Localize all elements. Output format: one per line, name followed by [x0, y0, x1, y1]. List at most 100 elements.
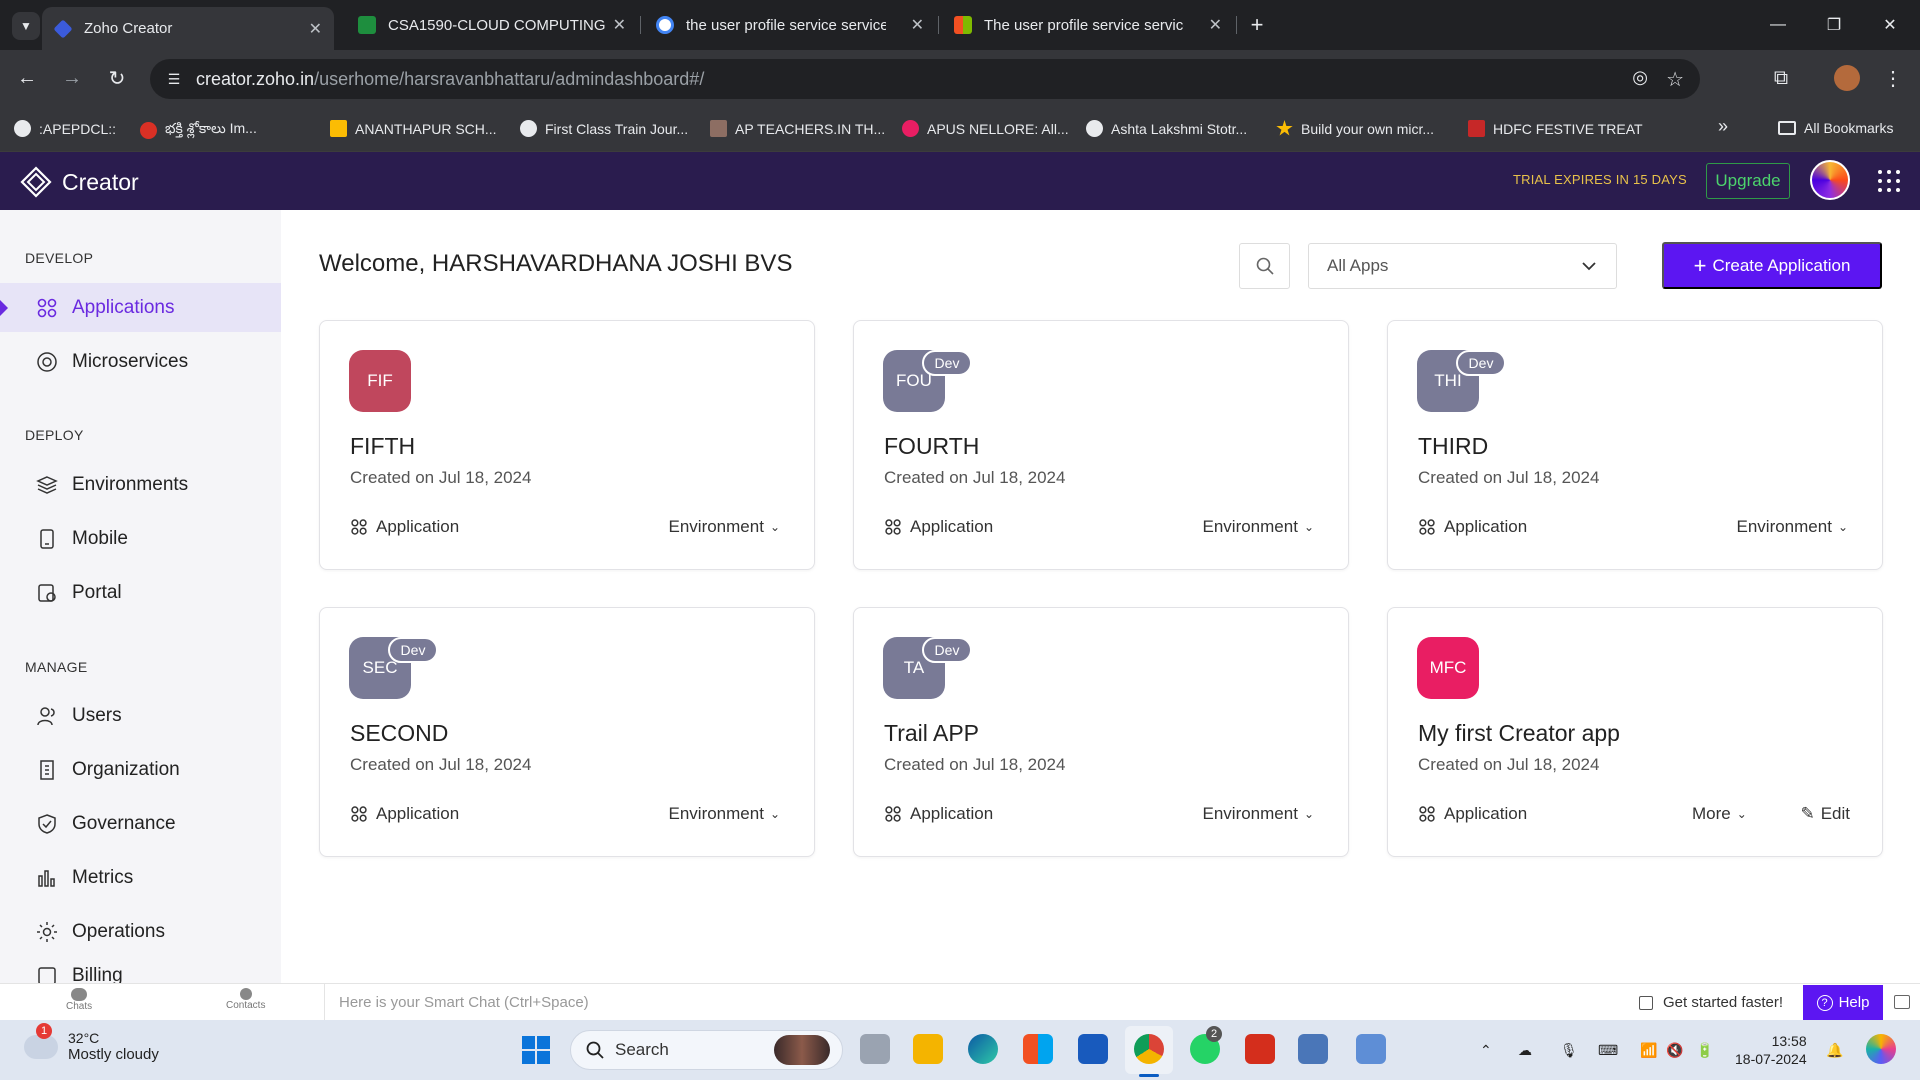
application-link[interactable]: Application — [350, 517, 459, 537]
environment-dropdown[interactable]: Environment ⌄ — [1737, 517, 1849, 537]
app-card-fifth[interactable]: FIF FIFTH Created on Jul 18, 2024 Applic… — [319, 320, 815, 570]
bookmark-ananthapur[interactable]: ANANTHAPUR SCH... — [330, 120, 497, 137]
bookmark-ashta[interactable]: Ashta Lakshmi Stotr... — [1086, 120, 1247, 137]
smart-chat-input[interactable]: Here is your Smart Chat (Ctrl+Space) — [324, 984, 1634, 1021]
bookmark-train[interactable]: First Class Train Jour... — [520, 120, 688, 137]
contacts-button[interactable]: Contacts — [226, 988, 265, 1011]
whatsapp-icon[interactable]: 2 — [1190, 1026, 1222, 1064]
bookmark-apepdcl[interactable]: :APEPDCL:: — [14, 120, 116, 137]
chats-button[interactable]: Chats — [66, 988, 92, 1012]
back-icon[interactable]: ← — [14, 65, 40, 91]
close-tab-icon[interactable]: ✕ — [309, 19, 322, 39]
site-info-icon[interactable]: ☰ — [164, 69, 184, 89]
environment-dropdown[interactable]: Environment ⌄ — [669, 517, 781, 537]
keyboard-icon[interactable]: ⌨ — [1598, 1020, 1618, 1080]
close-window-icon[interactable]: ✕ — [1862, 0, 1918, 50]
file-explorer-icon[interactable] — [913, 1034, 943, 1064]
app-filter-dropdown[interactable]: All Apps — [1308, 243, 1617, 289]
environment-dropdown[interactable]: Environment ⌄ — [669, 804, 781, 824]
taskbar-search[interactable]: Search — [570, 1030, 843, 1070]
upgrade-button[interactable]: Upgrade — [1706, 163, 1790, 199]
window-icon[interactable] — [1894, 995, 1910, 1009]
search-button[interactable] — [1239, 243, 1290, 289]
app-card-trail-app[interactable]: TA Dev Trail APP Created on Jul 18, 2024… — [853, 607, 1349, 857]
sidebar-item-applications[interactable]: Applications — [0, 283, 281, 332]
app-name[interactable]: SECOND — [350, 720, 448, 747]
sidebar-item-mobile[interactable]: Mobile — [0, 514, 281, 563]
reload-icon[interactable]: ↻ — [104, 65, 130, 91]
app-name[interactable]: Trail APP — [884, 720, 979, 747]
profile-avatar[interactable] — [1834, 65, 1860, 91]
clock[interactable]: 13:58 18-07-2024 — [1735, 1032, 1807, 1068]
battery-icon[interactable]: 🔋 — [1696, 1020, 1713, 1080]
application-link[interactable]: Application — [350, 804, 459, 824]
sidebar-item-portal[interactable]: Portal — [0, 568, 281, 617]
help-button[interactable]: ? Help — [1803, 985, 1883, 1020]
onedrive-icon[interactable]: ☁ — [1518, 1020, 1532, 1080]
more-dropdown[interactable]: More ⌄ — [1692, 804, 1747, 824]
bookmark-build-micro[interactable]: Build your own micr... — [1276, 120, 1434, 137]
application-link[interactable]: Application — [1418, 804, 1527, 824]
application-link[interactable]: Application — [1418, 517, 1527, 537]
sidebar-item-users[interactable]: Users — [0, 691, 281, 740]
forward-icon[interactable]: → — [59, 65, 85, 91]
wifi-icon[interactable]: 📶 — [1640, 1020, 1657, 1080]
store-icon[interactable] — [1023, 1034, 1053, 1064]
edge-icon[interactable] — [968, 1034, 998, 1064]
show-hidden-icons[interactable]: ⌃ — [1480, 1020, 1492, 1080]
edit-button[interactable]: ✎ Edit — [1800, 804, 1850, 824]
microphone-icon[interactable]: 🎙 — [1560, 1020, 1578, 1080]
snipping-tool-icon[interactable] — [1356, 1034, 1386, 1064]
app-card-fourth[interactable]: FOU Dev FOURTH Created on Jul 18, 2024 A… — [853, 320, 1349, 570]
environment-dropdown[interactable]: Environment ⌄ — [1203, 517, 1315, 537]
tab-user-profile-1[interactable]: the user profile service service f ✕ — [644, 8, 936, 42]
close-tab-icon[interactable]: ✕ — [613, 15, 626, 35]
sidebar-item-governance[interactable]: Governance — [0, 799, 281, 848]
user-avatar[interactable] — [1810, 160, 1850, 200]
chrome-icon[interactable] — [1134, 1034, 1164, 1064]
tab-user-profile-2[interactable]: The user profile service service f ✕ — [942, 8, 1234, 42]
app-name[interactable]: FIFTH — [350, 433, 415, 460]
bookmark-apus[interactable]: APUS NELLORE: All... — [902, 120, 1069, 137]
minimize-window-icon[interactable]: — — [1750, 0, 1806, 50]
app-launcher-icon[interactable] — [1878, 170, 1900, 192]
copilot-icon[interactable] — [1866, 1034, 1896, 1064]
bookmark-ap-teachers[interactable]: AP TEACHERS.IN TH... — [710, 120, 885, 137]
app-name[interactable]: FOURTH — [884, 433, 979, 460]
tab-cloud-computing[interactable]: CSA1590-CLOUD COMPUTING ✕ — [346, 8, 638, 42]
close-tab-icon[interactable]: ✕ — [911, 15, 924, 35]
app-card-second[interactable]: SEC Dev SECOND Created on Jul 18, 2024 A… — [319, 607, 815, 857]
bookmark-bhakti[interactable]: భక్తి శ్లోకాలు Im... — [140, 120, 257, 140]
sidebar-item-microservices[interactable]: Microservices — [0, 337, 281, 386]
sidebar-item-organization[interactable]: Organization — [0, 745, 281, 794]
sidebar-item-environments[interactable]: Environments — [0, 460, 281, 509]
environment-dropdown[interactable]: Environment ⌄ — [1203, 804, 1315, 824]
more-bookmarks-icon[interactable]: » — [1718, 116, 1728, 137]
star-icon[interactable]: ☆ — [1666, 67, 1684, 92]
new-tab-button[interactable]: + — [1244, 12, 1270, 38]
url-bar[interactable]: ☰ creator.zoho.in/userhome/harsravanbhat… — [150, 59, 1700, 99]
tab-zoho-creator[interactable]: Zoho Creator ✕ — [42, 7, 334, 50]
application-link[interactable]: Application — [884, 804, 993, 824]
sidebar-item-metrics[interactable]: Metrics — [0, 853, 281, 902]
app-card-my-first-creator-app[interactable]: MFC My first Creator app Created on Jul … — [1387, 607, 1883, 857]
app-name[interactable]: My first Creator app — [1418, 720, 1620, 747]
windows-start-icon[interactable] — [522, 1036, 550, 1064]
all-bookmarks[interactable]: All Bookmarks — [1778, 120, 1893, 136]
create-application-button[interactable]: + Create Application — [1662, 242, 1882, 289]
task-view-icon[interactable] — [860, 1034, 890, 1064]
sidebar-item-operations[interactable]: Operations — [0, 907, 281, 956]
get-started-link[interactable]: Get started faster! — [1639, 984, 1783, 1021]
volume-mute-icon[interactable]: 🔇 — [1666, 1020, 1683, 1080]
word-icon[interactable] — [1078, 1034, 1108, 1064]
browser-menu-icon[interactable]: ⋮ — [1880, 65, 1906, 91]
application-link[interactable]: Application — [884, 517, 993, 537]
app-name[interactable]: THIRD — [1418, 433, 1488, 460]
creator-logo[interactable]: Creator — [20, 166, 139, 198]
close-tab-icon[interactable]: ✕ — [1209, 15, 1222, 35]
app-card-third[interactable]: THI Dev THIRD Created on Jul 18, 2024 Ap… — [1387, 320, 1883, 570]
eye-off-icon[interactable]: ◎ — [1632, 67, 1648, 88]
acrobat-icon[interactable] — [1245, 1034, 1275, 1064]
restore-window-icon[interactable]: ❐ — [1806, 0, 1862, 50]
notification-bell-icon[interactable]: 🔔 — [1826, 1020, 1843, 1080]
